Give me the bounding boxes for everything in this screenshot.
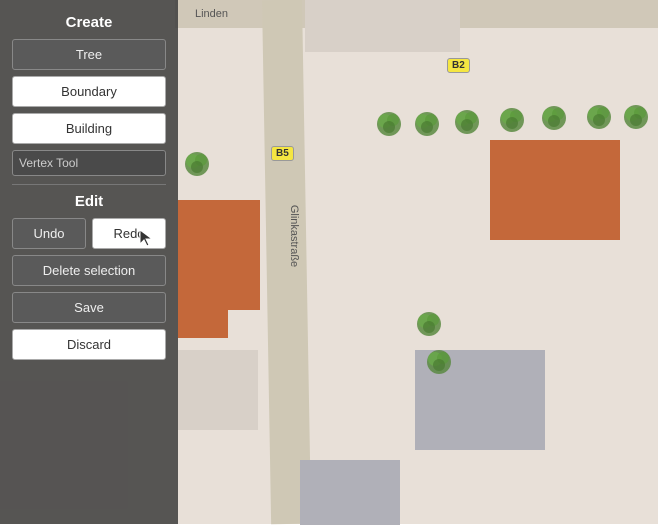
road-label: Glinkastraße: [288, 205, 300, 267]
badge-b2: B2: [447, 58, 470, 73]
tree-mid-2: [425, 348, 453, 376]
discard-button[interactable]: Discard: [12, 329, 166, 360]
tree-5: [540, 104, 568, 132]
building-orange-1: [490, 140, 620, 240]
building-gray-2: [300, 460, 400, 525]
building-orange-3: [178, 278, 228, 338]
tree-4: [498, 106, 526, 134]
boundary-button[interactable]: Boundary: [12, 76, 166, 107]
vertex-tool-row: Vertex Tool Edge Tool Pan Tool: [12, 150, 166, 176]
tree-7: [622, 103, 650, 131]
badge-b5: B5: [271, 146, 294, 161]
tree-mid-1: [415, 310, 443, 338]
building-light-1: [305, 0, 460, 52]
undo-redo-row: Undo Redo: [12, 218, 166, 249]
building-light-2: [178, 350, 258, 430]
undo-button[interactable]: Undo: [12, 218, 86, 249]
road-vertical: [262, 0, 311, 524]
section-divider: [12, 184, 166, 185]
street-label-linden: Linden: [195, 8, 228, 20]
building-button[interactable]: Building: [12, 113, 166, 144]
tree-6: [585, 103, 613, 131]
tree-button[interactable]: Tree: [12, 39, 166, 70]
tree-left: [183, 150, 211, 178]
create-section-title: Create: [12, 14, 166, 31]
tree-2: [413, 110, 441, 138]
save-button[interactable]: Save: [12, 292, 166, 323]
tree-3: [453, 108, 481, 136]
edit-section-title: Edit: [12, 193, 166, 210]
vertex-tool-select[interactable]: Vertex Tool Edge Tool Pan Tool: [12, 150, 166, 176]
redo-button[interactable]: Redo: [92, 218, 166, 249]
tree-1: [375, 110, 403, 138]
sidebar-panel: Create Tree Boundary Building Vertex Too…: [0, 0, 178, 524]
delete-selection-button[interactable]: Delete selection: [12, 255, 166, 286]
